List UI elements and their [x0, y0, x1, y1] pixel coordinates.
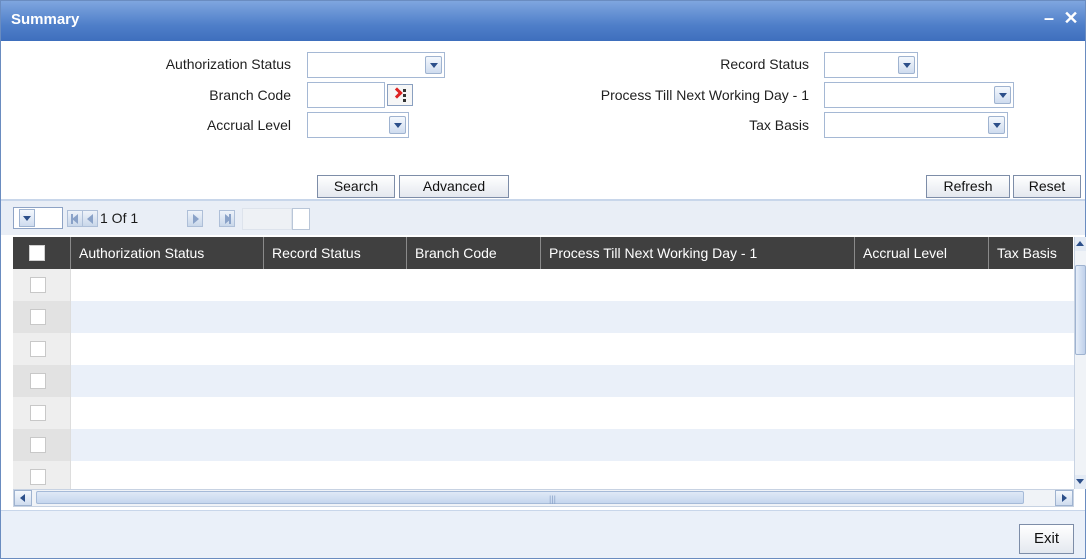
lov-picker-icon[interactable] [387, 84, 413, 106]
chevron-down-icon[interactable] [994, 86, 1011, 104]
accrual-level-label: Accrual Level [206, 117, 291, 133]
goto-page-input[interactable] [242, 208, 292, 230]
row-check-cell [13, 269, 71, 301]
authorization-status-select[interactable] [307, 52, 445, 78]
table-row[interactable] [13, 429, 1074, 461]
row-check-cell [13, 333, 71, 365]
process-till-label: Process Till Next Working Day - 1 [600, 87, 809, 103]
col-accrual-level[interactable]: Accrual Level [855, 237, 989, 269]
table-row[interactable] [13, 301, 1074, 333]
row-check-cell [13, 365, 71, 397]
col-tax-basis[interactable]: Tax Basis [989, 237, 1073, 269]
chevron-down-icon[interactable] [898, 56, 915, 74]
close-button[interactable]: ✕ [1061, 8, 1081, 29]
table-row[interactable] [13, 333, 1074, 365]
advanced-button[interactable]: Advanced [399, 175, 509, 198]
accrual-level-select[interactable] [307, 112, 409, 138]
row-checkbox[interactable] [30, 309, 46, 325]
scroll-right-icon[interactable] [1055, 490, 1073, 506]
next-page-icon[interactable] [187, 210, 203, 227]
scroll-left-icon[interactable] [14, 490, 32, 506]
search-button[interactable]: Search [317, 175, 395, 198]
grid-header: Authorization Status Record Status Branc… [13, 237, 1073, 269]
row-check-cell [13, 301, 71, 333]
col-authorization-status[interactable]: Authorization Status [71, 237, 264, 269]
scroll-thumb[interactable]: ||| [36, 491, 1024, 504]
dots-icon [403, 89, 406, 102]
exit-button[interactable]: Exit [1019, 524, 1074, 554]
tax-basis-label: Tax Basis [749, 117, 809, 133]
title-bar: Summary – ✕ [1, 1, 1085, 41]
last-page-icon[interactable] [219, 210, 235, 227]
chevron-down-icon[interactable] [425, 56, 442, 74]
col-branch-code[interactable]: Branch Code [407, 237, 541, 269]
row-check-cell [13, 461, 71, 489]
summary-window: Summary – ✕ Authorization Status Branch … [0, 0, 1086, 559]
pager-bar: 15 [1, 201, 1085, 235]
select-all-cell [13, 237, 71, 269]
row-checkbox[interactable] [30, 437, 46, 453]
authorization-status-label: Authorization Status [165, 56, 291, 72]
col-process-till[interactable]: Process Till Next Working Day - 1 [541, 237, 855, 269]
process-till-select[interactable] [824, 82, 1014, 108]
scroll-thumb[interactable] [1075, 265, 1086, 355]
prev-page-icon[interactable] [82, 210, 98, 227]
refresh-button[interactable]: Refresh [926, 175, 1010, 198]
row-checkbox[interactable] [30, 341, 46, 357]
minimize-button[interactable]: – [1039, 8, 1059, 29]
goto-page-button[interactable] [292, 208, 310, 230]
window-title: Summary [11, 11, 80, 28]
row-checkbox[interactable] [30, 373, 46, 389]
table-row[interactable] [13, 397, 1074, 429]
row-checkbox[interactable] [30, 277, 46, 293]
table-row[interactable] [13, 461, 1074, 489]
branch-code-input[interactable] [307, 82, 385, 108]
chevron-down-icon[interactable] [389, 116, 406, 134]
branch-code-label: Branch Code [209, 87, 291, 103]
arrow-icon [391, 87, 403, 99]
scroll-down-icon[interactable] [1075, 475, 1086, 489]
row-checkbox[interactable] [30, 469, 46, 485]
vertical-scrollbar[interactable] [1074, 237, 1086, 489]
record-status-label: Record Status [720, 56, 809, 72]
page-size-select[interactable]: 15 [13, 207, 63, 229]
page-indicator: 1 Of 1 [100, 210, 139, 226]
reset-button[interactable]: Reset [1013, 175, 1081, 198]
table-row[interactable] [13, 269, 1074, 301]
tax-basis-select[interactable] [824, 112, 1008, 138]
chevron-down-icon[interactable] [988, 116, 1005, 134]
footer-bar [1, 510, 1085, 558]
first-page-icon[interactable] [67, 210, 83, 227]
grip-icon: ||| [549, 494, 557, 504]
row-check-cell [13, 429, 71, 461]
table-row[interactable] [13, 365, 1074, 397]
horizontal-scrollbar[interactable]: ||| [13, 489, 1074, 507]
row-check-cell [13, 397, 71, 429]
scroll-up-icon[interactable] [1075, 237, 1086, 251]
select-all-checkbox[interactable] [29, 245, 45, 261]
record-status-select[interactable] [824, 52, 918, 78]
row-checkbox[interactable] [30, 405, 46, 421]
chevron-down-icon[interactable] [19, 209, 35, 227]
col-record-status[interactable]: Record Status [264, 237, 407, 269]
